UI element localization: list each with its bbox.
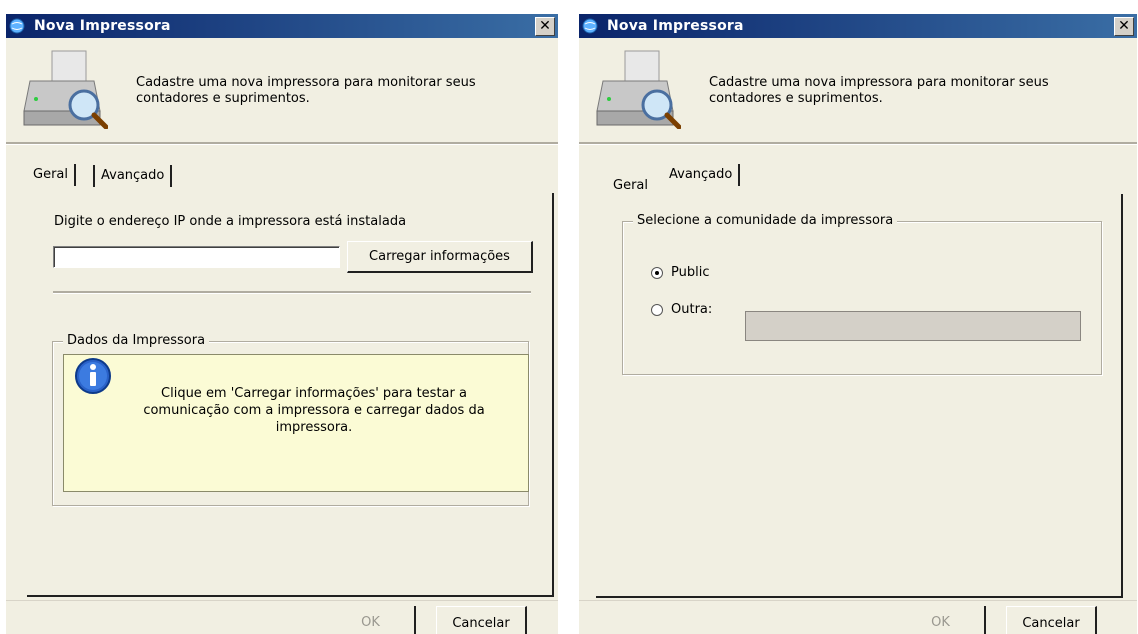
footer-separator <box>579 600 1137 601</box>
footer-separator <box>6 600 558 601</box>
public-radio-label: Public <box>671 265 710 280</box>
ok-button[interactable]: OK <box>897 606 986 634</box>
community-group: Selecione a comunidade da impressora <box>622 213 1102 375</box>
cancel-button[interactable]: Cancelar <box>1006 606 1097 634</box>
title-bar[interactable]: Nova Impressora ✕ <box>6 14 558 38</box>
ip-address-input[interactable] <box>53 246 340 268</box>
info-icon <box>75 358 111 394</box>
close-button[interactable]: ✕ <box>535 17 555 36</box>
dialog-nova-impressora-geral: Nova Impressora ✕ Cadastre uma nova impr… <box>6 14 558 634</box>
info-message: Clique em 'Carregar informações' para te… <box>143 386 485 435</box>
outra-community-input[interactable] <box>745 311 1081 341</box>
tab-label: Avançado <box>669 167 733 182</box>
tab-label: Avançado <box>101 168 165 183</box>
window-title: Nova Impressora <box>607 18 744 34</box>
info-box: Clique em 'Carregar informações' para te… <box>63 354 529 492</box>
window-title: Nova Impressora <box>34 18 171 34</box>
tab-avancado[interactable]: Avançado <box>663 164 741 186</box>
public-radio[interactable] <box>651 267 663 279</box>
header-separator <box>6 142 558 145</box>
printer-magnifier-icon <box>596 50 681 129</box>
dialog-nova-impressora-avancado: Nova Impressora ✕ Cadastre uma nova impr… <box>579 14 1137 634</box>
ok-button[interactable]: OK <box>327 606 416 634</box>
cancel-button[interactable]: Cancelar <box>436 606 527 634</box>
load-info-button[interactable]: Carregar informações <box>347 241 533 273</box>
tab-avancado[interactable]: Avançado <box>93 165 173 187</box>
header-description: Cadastre uma nova impressora para monito… <box>709 75 1049 106</box>
close-button[interactable]: ✕ <box>1114 17 1134 36</box>
ip-label: Digite o endereço IP onde a impressora e… <box>54 214 407 229</box>
header-description: Cadastre uma nova impressora para monito… <box>136 75 476 106</box>
title-bar[interactable]: Nova Impressora ✕ <box>579 14 1137 38</box>
header-separator <box>579 142 1137 145</box>
tab-geral[interactable]: Geral <box>27 164 76 186</box>
outra-radio-label: Outra: <box>671 302 713 317</box>
section-separator <box>53 291 531 294</box>
group-title: Selecione a comunidade da impressora <box>633 213 898 228</box>
tab-label: Geral <box>33 167 68 182</box>
globe-app-icon <box>9 18 25 34</box>
tab-label: Geral <box>613 178 648 193</box>
outra-radio[interactable] <box>651 304 663 316</box>
globe-app-icon <box>582 18 598 34</box>
group-title: Dados da Impressora <box>63 333 210 348</box>
printer-magnifier-icon <box>23 50 108 129</box>
